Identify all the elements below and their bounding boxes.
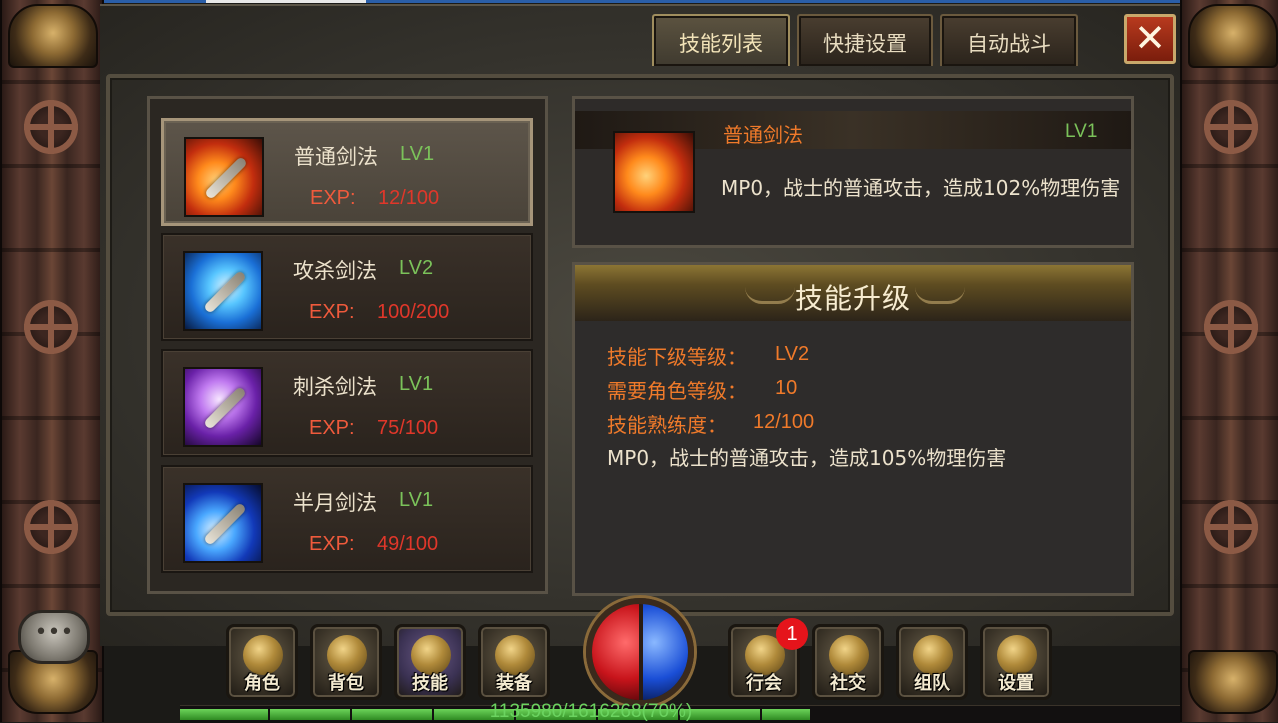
skill-list-item[interactable]: 刺杀剑法 LV1 EXP: 75/100: [161, 349, 533, 457]
skill-exp-value: 49/100: [377, 533, 439, 555]
skill-list-item[interactable]: 半月剑法 LV1 EXP: 49/100: [161, 465, 533, 573]
menu-label: 技能: [412, 673, 448, 694]
tab-shortcut-settings[interactable]: 快捷设置: [797, 14, 933, 66]
experience-text: 1135980/1616268(70%): [489, 701, 693, 722]
violet-sword-icon: [183, 367, 263, 447]
skill-name: 普通剑法: [294, 145, 378, 169]
menu-team-button[interactable]: 组队: [896, 624, 968, 700]
skill-level: LV1: [399, 489, 434, 511]
skill-exp-label: EXP:: [310, 187, 356, 209]
notification-badge: 1: [776, 618, 808, 650]
menu-label: 背包: [328, 673, 364, 694]
next-level-label: 技能下级等级：: [607, 345, 747, 369]
pillar-ornament-icon: [1204, 500, 1258, 554]
detail-description: MP0，战士的普通攻击，造成102%物理伤害: [721, 176, 1121, 200]
mp-half: [640, 604, 688, 700]
detail-skill-name: 普通剑法: [723, 123, 803, 147]
skill-upgrade-panel: 技能升级 技能下级等级： LV2 需要角色等级： 10 技能熟练度： 12/10…: [572, 262, 1134, 596]
menu-social-button[interactable]: 社交: [812, 624, 884, 700]
hp-half: [592, 604, 640, 700]
tab-auto-battle[interactable]: 自动战斗: [940, 14, 1078, 66]
upgrade-title: 技能升级: [794, 282, 911, 315]
pillar-ornament-icon: [24, 500, 78, 554]
close-icon: ✕: [1134, 16, 1166, 60]
skill-level: LV1: [400, 143, 435, 165]
skill-list-item[interactable]: 普通剑法 LV1 EXP: 12/100: [161, 118, 533, 226]
menu-equipment-button[interactable]: 装备: [478, 624, 550, 700]
next-level-value: LV2: [775, 343, 810, 365]
top-strip: [0, 0, 1278, 3]
crescent-blade-icon: [183, 483, 263, 563]
skill-list-item[interactable]: 攻杀剑法 LV2 EXP: 100/200: [161, 233, 533, 341]
proficiency-value: 12/100: [753, 411, 815, 433]
skill-level: LV2: [399, 257, 434, 279]
chat-bubble-icon[interactable]: •••: [18, 610, 90, 664]
pillar-base: [1188, 650, 1278, 714]
pillar-cap: [1188, 4, 1278, 68]
skill-name: 攻杀剑法: [293, 259, 377, 283]
skill-exp-label: EXP:: [309, 301, 355, 323]
close-button[interactable]: ✕: [1124, 14, 1176, 64]
right-pillar-decoration: [1180, 0, 1278, 722]
skill-exp-value: 75/100: [377, 417, 439, 439]
menu-character-button[interactable]: 角色: [226, 624, 298, 700]
ice-sword-icon: [183, 251, 263, 331]
pillar-cap: [8, 4, 98, 68]
menu-label: 社交: [830, 673, 866, 694]
skill-level: LV1: [399, 373, 434, 395]
detail-skill-level: LV1: [1065, 121, 1098, 142]
required-level-value: 10: [775, 377, 798, 399]
experience-bar: 1135980/1616268(70%): [180, 701, 1180, 723]
fire-blade-icon: [184, 137, 264, 217]
skill-detail-panel: 普通剑法 LV1 MP0，战士的普通攻击，造成102%物理伤害: [572, 96, 1134, 248]
menu-label: 行会: [746, 673, 782, 694]
skill-name: 刺杀剑法: [293, 375, 377, 399]
menu-label: 角色: [244, 673, 280, 694]
pillar-ornament-icon: [24, 300, 78, 354]
upgrade-description: MP0，战士的普通攻击，造成105%物理伤害: [607, 446, 1007, 470]
proficiency-label: 技能熟练度：: [607, 413, 727, 437]
skill-name: 半月剑法: [293, 491, 377, 515]
menu-settings-button[interactable]: 设置: [980, 624, 1052, 700]
menu-label: 设置: [998, 673, 1034, 694]
hp-mp-orb: [586, 598, 694, 706]
menu-label: 组队: [914, 673, 950, 694]
tab-skill-list[interactable]: 技能列表: [652, 14, 790, 66]
skill-exp-value: 12/100: [378, 187, 440, 209]
skill-exp-label: EXP:: [309, 533, 355, 555]
menu-bag-button[interactable]: 背包: [310, 624, 382, 700]
pillar-ornament-icon: [24, 100, 78, 154]
pillar-ornament-icon: [1204, 300, 1258, 354]
required-level-label: 需要角色等级：: [607, 379, 747, 403]
skill-exp-label: EXP:: [309, 417, 355, 439]
fire-blade-icon: [613, 131, 695, 213]
skill-exp-value: 100/200: [377, 301, 450, 323]
menu-label: 装备: [496, 673, 532, 694]
menu-skill-button[interactable]: 技能: [394, 624, 466, 700]
pillar-ornament-icon: [1204, 100, 1258, 154]
